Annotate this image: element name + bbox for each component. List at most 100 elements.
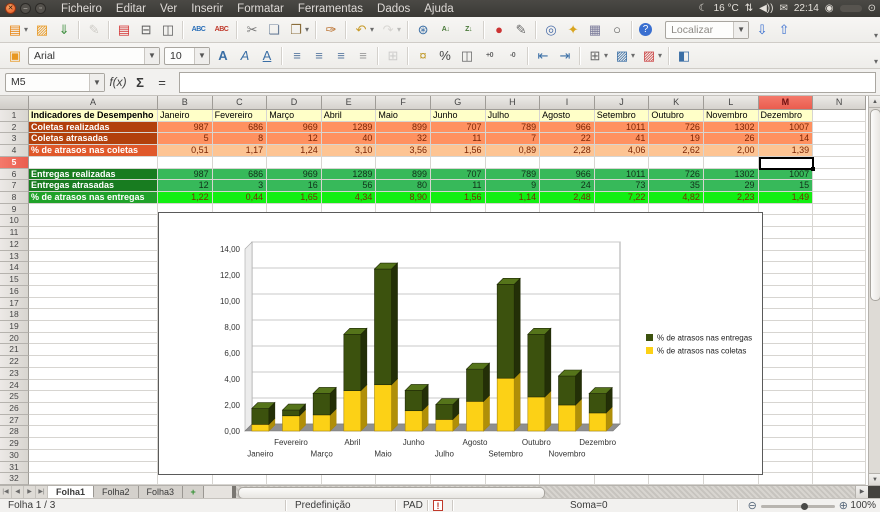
row-header-6[interactable]: 6 xyxy=(0,169,29,181)
column-header-b[interactable]: B xyxy=(158,96,213,110)
column-header-i[interactable]: I xyxy=(540,96,595,110)
sum-icon[interactable]: Σ xyxy=(129,75,151,90)
cell[interactable] xyxy=(813,368,866,380)
chevron-down-icon[interactable]: ▼ xyxy=(144,48,159,64)
font-size-combo[interactable]: 10 ▼ xyxy=(164,47,210,65)
currency-format-button[interactable]: ¤ xyxy=(413,46,433,66)
cell-h7[interactable]: 9 xyxy=(486,180,541,192)
cell-e5[interactable] xyxy=(322,157,377,169)
cell-n2[interactable] xyxy=(813,122,866,134)
row-header-26[interactable]: 26 xyxy=(0,403,29,415)
print-button[interactable]: ⊟ xyxy=(136,20,156,40)
cell-a16[interactable] xyxy=(29,286,158,298)
cell-a13[interactable] xyxy=(29,251,158,263)
cell-m4[interactable]: 1,39 xyxy=(759,145,814,157)
cell-k7[interactable]: 35 xyxy=(649,180,704,192)
dropdown-arrow-icon[interactable]: ▾ xyxy=(370,25,374,34)
cell-j1[interactable]: Setembro xyxy=(595,110,650,122)
row-header-20[interactable]: 20 xyxy=(0,333,29,345)
cell[interactable] xyxy=(759,227,814,239)
cell[interactable] xyxy=(759,239,814,251)
cell[interactable] xyxy=(158,473,213,485)
cell-a4[interactable]: % de atrasos nas coletas xyxy=(29,145,158,157)
cell-d1[interactable]: Março xyxy=(267,110,322,122)
hyperlink-button[interactable]: ⊛ xyxy=(413,20,433,40)
cell-h4[interactable]: 0,89 xyxy=(486,145,541,157)
cut-button[interactable]: ✂ xyxy=(242,20,262,40)
cell[interactable] xyxy=(759,262,814,274)
row-header-22[interactable]: 22 xyxy=(0,356,29,368)
cell[interactable] xyxy=(813,204,866,216)
cell[interactable] xyxy=(486,473,541,485)
cell-l8[interactable]: 2,23 xyxy=(704,192,759,204)
power-icon[interactable]: ⊙ xyxy=(868,3,876,14)
cell[interactable] xyxy=(759,415,814,427)
sheet-tab-folha3[interactable]: Folha3 xyxy=(139,486,184,498)
cell[interactable] xyxy=(813,344,866,356)
cell[interactable] xyxy=(813,473,866,485)
cell-e3[interactable]: 40 xyxy=(322,133,377,145)
row-header-2[interactable]: 2 xyxy=(0,122,29,134)
cell[interactable] xyxy=(649,473,704,485)
cell[interactable] xyxy=(595,473,650,485)
cell-m2[interactable]: 1007 xyxy=(759,122,814,134)
cell-b6[interactable]: 987 xyxy=(158,169,213,181)
column-header-h[interactable]: H xyxy=(486,96,541,110)
menu-formatar[interactable]: Formatar xyxy=(230,3,291,15)
cell-a14[interactable] xyxy=(29,262,158,274)
find-toolbar-box[interactable]: Localizar ▼ xyxy=(665,21,749,39)
underline-button[interactable]: A xyxy=(257,46,277,66)
cell-e7[interactable]: 56 xyxy=(322,180,377,192)
row-header-8[interactable]: 8 xyxy=(0,192,29,204)
cell[interactable] xyxy=(213,473,268,485)
cell-j3[interactable]: 41 xyxy=(595,133,650,145)
cell[interactable] xyxy=(759,438,814,450)
cell-c8[interactable]: 0,44 xyxy=(213,192,268,204)
cell-a26[interactable] xyxy=(29,403,158,415)
cell-c1[interactable]: Fevereiro xyxy=(213,110,268,122)
cell-g1[interactable]: Junho xyxy=(431,110,486,122)
cell[interactable] xyxy=(759,450,814,462)
cell-f7[interactable]: 80 xyxy=(376,180,431,192)
cell-a32[interactable] xyxy=(29,473,158,485)
delete-decimal-button[interactable]: -0 xyxy=(502,46,523,66)
row-header-14[interactable]: 14 xyxy=(0,262,29,274)
cell-m1[interactable]: Dezembro xyxy=(759,110,814,122)
cell-d4[interactable]: 1,24 xyxy=(267,145,322,157)
cell[interactable] xyxy=(813,356,866,368)
cell-a30[interactable] xyxy=(29,450,158,462)
cell-b5[interactable] xyxy=(158,157,213,169)
cell-c2[interactable]: 686 xyxy=(213,122,268,134)
row-header-3[interactable]: 3 xyxy=(0,133,29,145)
cell-a20[interactable] xyxy=(29,333,158,345)
maximize-icon[interactable]: ▫ xyxy=(35,3,46,14)
cell-a2[interactable]: Coletas realizadas xyxy=(29,122,158,134)
row-header-31[interactable]: 31 xyxy=(0,462,29,474)
cell-j5[interactable] xyxy=(595,157,650,169)
cell-a17[interactable] xyxy=(29,298,158,310)
cell-c3[interactable]: 8 xyxy=(213,133,268,145)
cell-h6[interactable]: 789 xyxy=(486,169,541,181)
cell[interactable] xyxy=(759,251,814,263)
cell[interactable] xyxy=(813,333,866,345)
cell[interactable] xyxy=(759,274,814,286)
cell[interactable] xyxy=(813,298,866,310)
sort-descending-button[interactable]: Z↓ xyxy=(458,20,479,40)
cell-a19[interactable] xyxy=(29,321,158,333)
cell-a29[interactable] xyxy=(29,438,158,450)
cell-a7[interactable]: Entregas atrasadas xyxy=(29,180,158,192)
font-color-button[interactable]: ▨▾ xyxy=(639,46,664,66)
cell-k2[interactable]: 726 xyxy=(649,122,704,134)
cell-g7[interactable]: 11 xyxy=(431,180,486,192)
cell[interactable] xyxy=(759,321,814,333)
cell-a27[interactable] xyxy=(29,415,158,427)
cell[interactable] xyxy=(540,473,595,485)
mail-icon[interactable]: ✉ xyxy=(779,3,787,14)
cell[interactable] xyxy=(376,473,431,485)
minimize-icon[interactable]: – xyxy=(20,3,31,14)
dropdown-arrow-icon[interactable]: ▾ xyxy=(604,51,608,60)
row-header-11[interactable]: 11 xyxy=(0,227,29,239)
cell[interactable] xyxy=(431,473,486,485)
cell-d2[interactable]: 969 xyxy=(267,122,322,134)
cell-e4[interactable]: 3,10 xyxy=(322,145,377,157)
